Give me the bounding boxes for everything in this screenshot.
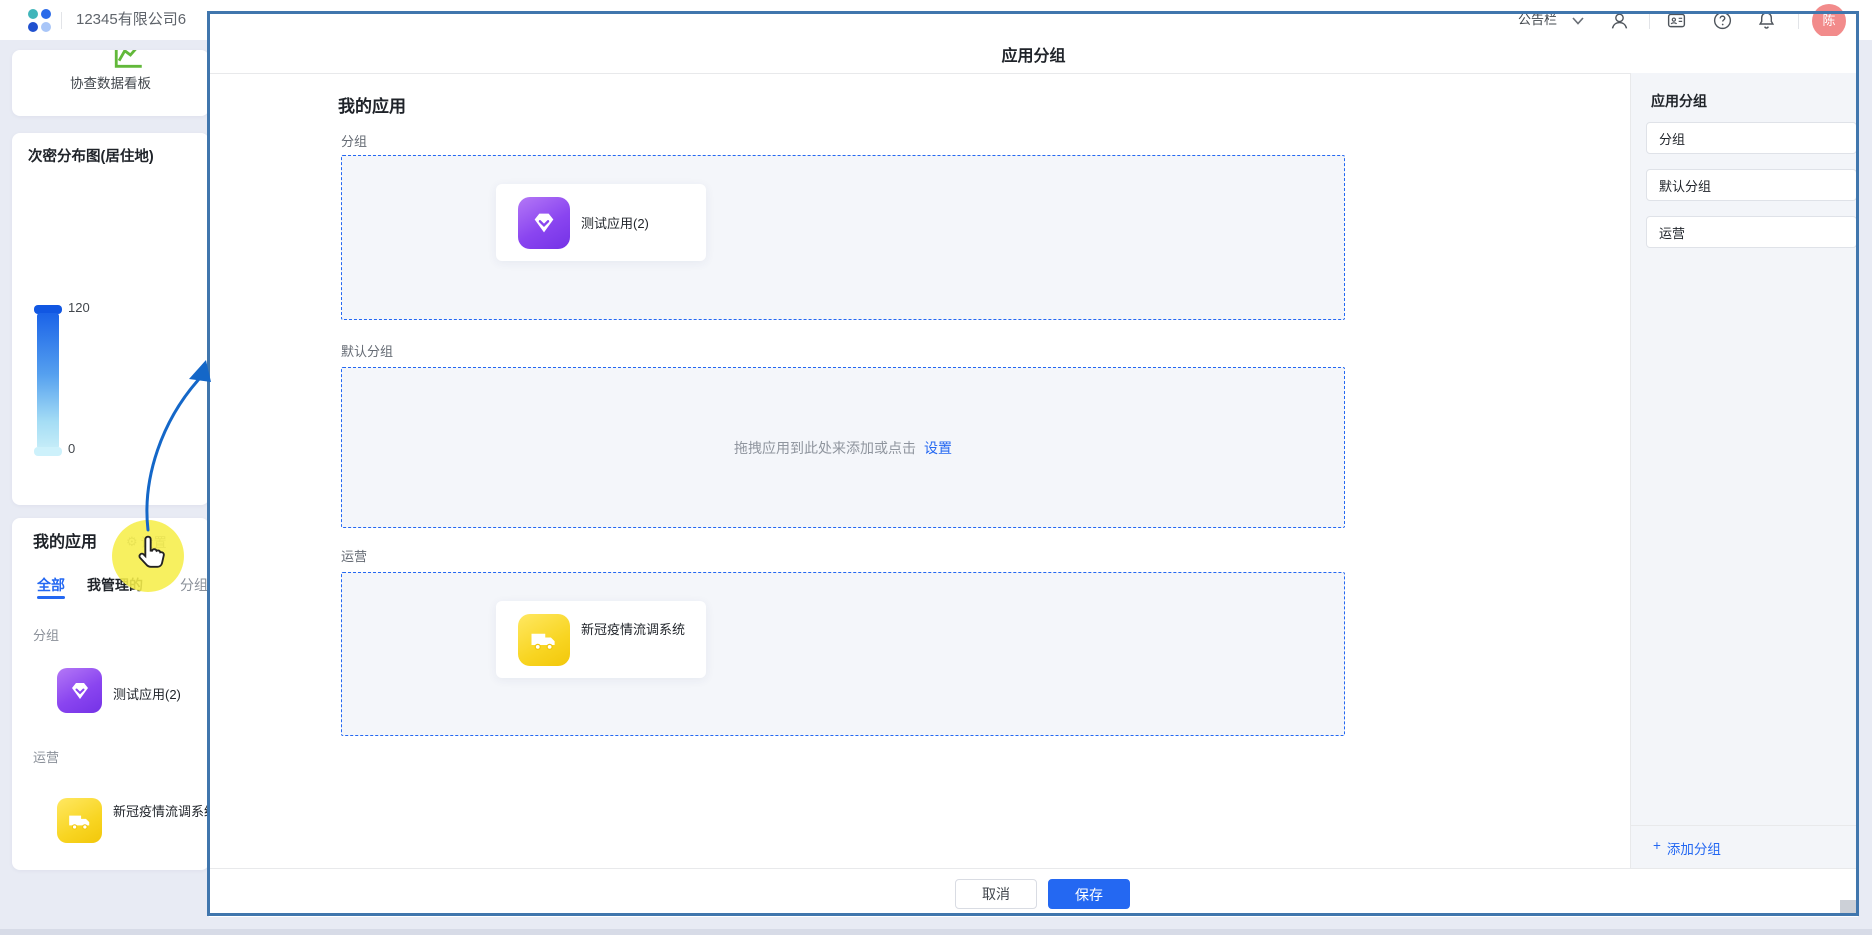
app-card[interactable]: 测试应用(2) xyxy=(496,184,706,261)
group-manage-panel: 应用分组 + 添加分组 xyxy=(1630,73,1858,868)
tab-all[interactable]: 全部 xyxy=(37,575,65,595)
legend-min-value: 0 xyxy=(68,441,75,456)
sidebar-group-label: 分组 xyxy=(33,625,59,644)
save-button[interactable]: 保存 xyxy=(1048,879,1130,909)
legend-max-value: 120 xyxy=(68,300,90,315)
cancel-button[interactable]: 取消 xyxy=(955,879,1037,909)
app-card-name: 测试应用(2) xyxy=(581,215,649,232)
group-name-input[interactable] xyxy=(1646,122,1857,154)
distribution-chart-card: 次密分布图(居住地) 120 0 xyxy=(12,133,209,505)
user-avatar[interactable]: 陈 xyxy=(1812,4,1846,38)
dropzone-settings-link[interactable]: 设置 xyxy=(924,438,952,458)
logo-dot xyxy=(41,22,51,32)
my-apps-card: 我的应用 ⚙设置 全部 我管理的 分组 分组 测试应用(2) 运营 新冠疫情流调… xyxy=(12,518,209,870)
gem-app-icon xyxy=(518,197,570,249)
sidebar-group-label: 运营 xyxy=(33,747,59,766)
tab-group[interactable]: 分组 xyxy=(180,575,208,595)
my-apps-title: 我的应用 xyxy=(33,528,97,552)
app-card[interactable]: 新冠疫情流调系统 xyxy=(496,601,706,678)
apps-settings-button[interactable]: ⚙设置 xyxy=(126,532,167,551)
section-label-operation: 运营 xyxy=(341,546,367,565)
panel-title: 应用分组 xyxy=(1651,91,1707,111)
app-grouping-modal: 应用分组 我的应用 分组 测试应用(2) 默认分组 拖拽应用到此处来添加或点击 … xyxy=(209,36,1858,917)
dropzone-group[interactable]: 测试应用(2) xyxy=(341,155,1345,320)
sidebar-app-name[interactable]: 测试应用(2) xyxy=(113,686,181,703)
id-card-icon[interactable] xyxy=(1666,10,1687,31)
divider xyxy=(1798,12,1799,29)
modal-header-divider xyxy=(209,73,1858,74)
plus-icon: + xyxy=(1653,838,1661,858)
group-name-input[interactable] xyxy=(1646,169,1857,201)
section-label-group: 分组 xyxy=(341,131,367,150)
divider xyxy=(61,12,62,29)
add-group-label: 添加分组 xyxy=(1667,838,1721,858)
dropzone-default[interactable]: 拖拽应用到此处来添加或点击 设置 xyxy=(341,367,1345,528)
legend-gradient-cap-bottom xyxy=(34,447,62,456)
truck-app-icon xyxy=(518,614,570,666)
dropzone-hint: 拖拽应用到此处来添加或点击 xyxy=(734,438,916,458)
app-root: 12345有限公司6 公告栏 陈 xyxy=(0,0,1872,935)
chevron-down-icon[interactable] xyxy=(1572,17,1584,25)
divider xyxy=(1649,12,1650,29)
logo-dot xyxy=(41,9,51,19)
logo-dot xyxy=(28,9,38,19)
dashboard-card[interactable]: 协查数据看板 xyxy=(12,50,209,116)
sidebar-app-name[interactable]: 新冠疫情流调系统 xyxy=(113,803,209,820)
chart-card-title: 次密分布图(居住地) xyxy=(28,145,154,166)
announcement-menu[interactable]: 公告栏 xyxy=(1518,0,1557,40)
modal-footer: 取消 保存 xyxy=(209,868,1858,917)
logo-dot xyxy=(28,22,38,32)
add-group-button[interactable]: + 添加分组 xyxy=(1653,838,1721,858)
brand-logo[interactable] xyxy=(28,9,51,32)
truck-app-icon[interactable] xyxy=(57,798,102,843)
tab-managed[interactable]: 我管理的 xyxy=(87,575,143,595)
dashboard-card-title: 协查数据看板 xyxy=(12,72,209,92)
modal-heading: 我的应用 xyxy=(338,92,406,117)
settings-label: 设置 xyxy=(141,532,167,551)
top-bar: 12345有限公司6 公告栏 陈 xyxy=(0,0,1872,40)
modal-title: 应用分组 xyxy=(209,42,1858,66)
section-label-default: 默认分组 xyxy=(341,341,393,360)
gear-icon: ⚙ xyxy=(126,534,138,550)
group-name-input[interactable] xyxy=(1646,216,1857,248)
panel-divider xyxy=(1631,825,1859,826)
scrollbar-corner[interactable] xyxy=(1840,900,1856,914)
user-icon[interactable] xyxy=(1609,10,1630,31)
active-tab-underline xyxy=(37,596,65,599)
help-icon[interactable] xyxy=(1712,10,1733,31)
legend-gradient-bar xyxy=(37,313,59,449)
gem-app-icon[interactable] xyxy=(57,668,102,713)
app-card-name: 新冠疫情流调系统 xyxy=(581,621,691,638)
dropzone-operation[interactable]: 新冠疫情流调系统 xyxy=(341,572,1345,736)
line-chart-icon xyxy=(112,50,146,72)
window-edge xyxy=(0,929,1872,935)
company-name[interactable]: 12345有限公司6 xyxy=(76,0,186,40)
bell-icon[interactable] xyxy=(1756,10,1777,31)
